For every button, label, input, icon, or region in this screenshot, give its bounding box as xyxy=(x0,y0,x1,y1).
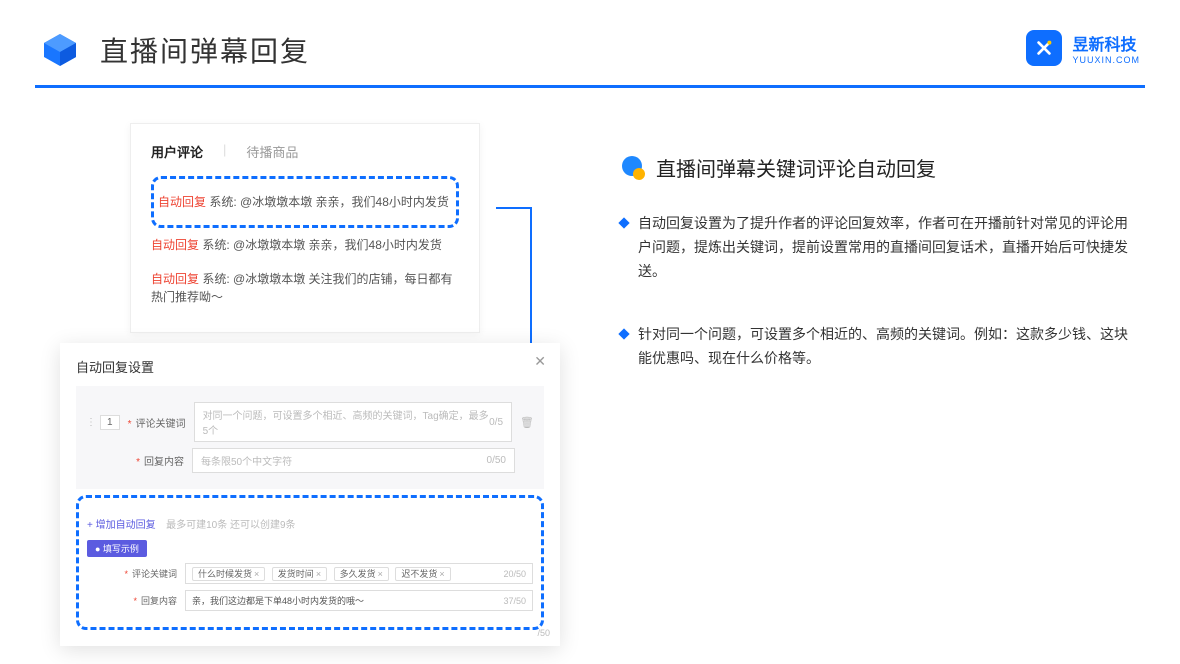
tag-item: 多久发货× xyxy=(334,567,389,581)
delete-icon[interactable]: 🗑 xyxy=(520,416,534,429)
bullet-icon xyxy=(618,329,629,340)
keyword-input[interactable]: 对同一个问题，可设置多个相近、高频的关键词，Tag确定，最多5个 0/5 xyxy=(194,402,512,442)
auto-reply-tag: 自动回复 xyxy=(151,272,199,286)
auto-reply-tag: 自动回复 xyxy=(158,195,206,209)
drag-handle-icon[interactable]: ⋮⋮ xyxy=(86,417,92,428)
highlighted-comment: 自动回复 系统: @冰墩墩本墩 亲亲，我们48小时内发货 xyxy=(151,176,459,228)
tag-item: 什么时候发货× xyxy=(192,567,265,581)
comment-text: 系统: @冰墩墩本墩 亲亲，我们48小时内发货 xyxy=(209,195,449,209)
reply-label: 回复内容 xyxy=(144,457,184,468)
example-badge: ● 填写示例 xyxy=(87,540,147,557)
keyword-label: 评论关键词 xyxy=(136,419,186,430)
logo-mark-icon xyxy=(1026,30,1062,66)
example-keyword-tags: 什么时候发货× 发货时间× 多久发货× 迟不发货× 20/50 xyxy=(185,563,533,584)
outer-counter: /50 xyxy=(537,628,550,638)
example-reply-text: 亲，我们这边都是下单48小时内发货的哦～ 37/50 xyxy=(185,590,533,611)
tag-item: 迟不发货× xyxy=(395,567,450,581)
comments-panel: 用户评论 | 待播商品 自动回复 系统: @冰墩墩本墩 亲亲，我们48小时内发货… xyxy=(130,123,480,333)
bullet-text: 针对同一个问题，可设置多个相近的、高频的关键词。例如：这款多少钱、这块能优惠吗、… xyxy=(638,323,1140,371)
page-header: 直播间弹幕回复 xyxy=(0,0,1180,70)
tab-pending-goods[interactable]: 待播商品 xyxy=(246,142,298,161)
bubble-icon xyxy=(620,155,646,181)
close-icon[interactable]: ✕ xyxy=(534,353,546,370)
example-highlight-box: + 增加自动回复 最多可建10条 还可以创建9条 ● 填写示例 *评论关键词 什… xyxy=(76,495,544,630)
form-rule-1: ⋮⋮ 1 *评论关键词 对同一个问题，可设置多个相近、高频的关键词，Tag确定，… xyxy=(76,386,544,489)
add-hint: 最多可建10条 还可以创建9条 xyxy=(166,520,295,531)
reply-input[interactable]: 每条限50个中文字符 0/50 xyxy=(192,448,515,473)
comment-text: 系统: @冰墩墩本墩 亲亲，我们48小时内发货 xyxy=(202,238,442,252)
brand-logo: 昱新科技 YUUXIN.COM xyxy=(1026,30,1140,66)
bullet-text: 自动回复设置为了提升作者的评论回复效率，作者可在开播前针对常见的评论用户问题，提… xyxy=(638,212,1140,283)
page-title: 直播间弹幕回复 xyxy=(100,30,310,70)
tab-user-comments[interactable]: 用户评论 xyxy=(151,142,203,161)
logo-domain: YUUXIN.COM xyxy=(1072,55,1140,65)
connector-line xyxy=(496,207,530,209)
row-number: 1 xyxy=(100,415,120,430)
tab-divider: | xyxy=(223,142,226,161)
logo-name: 昱新科技 xyxy=(1072,31,1140,55)
tag-item: 发货时间× xyxy=(272,567,327,581)
section-heading: 直播间弹幕关键词评论自动回复 xyxy=(656,153,936,182)
auto-reply-settings-modal: 自动回复设置 ✕ ⋮⋮ 1 *评论关键词 对同一个问题，可设置多个相近、高频的关… xyxy=(60,343,560,646)
description-panel: 直播间弹幕关键词评论自动回复 自动回复设置为了提升作者的评论回复效率，作者可在开… xyxy=(620,123,1140,411)
cube-icon xyxy=(40,30,80,70)
add-auto-reply-link[interactable]: + 增加自动回复 xyxy=(87,516,156,531)
bullet-icon xyxy=(618,217,629,228)
auto-reply-tag: 自动回复 xyxy=(151,238,199,252)
modal-title: 自动回复设置 xyxy=(76,357,544,376)
